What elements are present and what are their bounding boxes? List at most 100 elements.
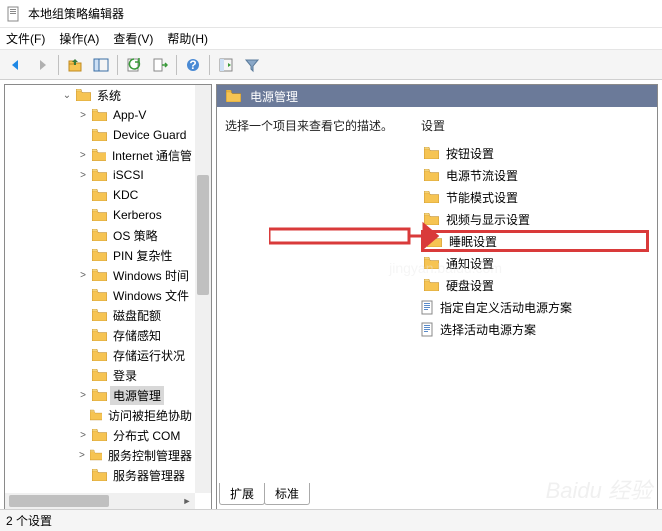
expand-icon[interactable]: > bbox=[77, 270, 89, 281]
menu-view[interactable]: 查看(V) bbox=[113, 30, 153, 47]
tree-label: iSCSI bbox=[110, 167, 147, 183]
tree-node[interactable]: >Internet 通信管 bbox=[5, 145, 195, 165]
folder-icon bbox=[92, 109, 107, 121]
show-hide-tree-button[interactable] bbox=[89, 53, 113, 77]
setting-item[interactable]: 选择活动电源方案 bbox=[421, 318, 649, 340]
scrollbar-thumb[interactable] bbox=[9, 495, 109, 507]
tree-label: Windows 文件 bbox=[110, 286, 192, 305]
tree-node[interactable]: >存储运行状况 bbox=[5, 345, 195, 365]
tree-node[interactable]: >存储感知 bbox=[5, 325, 195, 345]
tree-node[interactable]: > 电源管理 bbox=[5, 385, 195, 405]
tree-node[interactable]: >磁盘配额 bbox=[5, 305, 195, 325]
setting-item[interactable]: 睡眠设置 bbox=[421, 230, 649, 252]
tree-label: 存储感知 bbox=[110, 326, 164, 345]
export-button[interactable] bbox=[148, 53, 172, 77]
tree-node[interactable]: > 服务控制管理器 bbox=[5, 445, 195, 465]
folder-icon bbox=[226, 90, 241, 102]
setting-item[interactable]: 指定自定义活动电源方案 bbox=[421, 296, 649, 318]
properties-button[interactable] bbox=[214, 53, 238, 77]
tree-node[interactable]: > iSCSI bbox=[5, 165, 195, 185]
folder-icon bbox=[424, 147, 439, 159]
setting-label: 按钮设置 bbox=[446, 145, 494, 162]
setting-item[interactable]: 通知设置 bbox=[421, 252, 649, 274]
setting-item[interactable]: 节能模式设置 bbox=[421, 186, 649, 208]
expand-icon[interactable]: > bbox=[77, 170, 89, 181]
status-text: 2 个设置 bbox=[6, 512, 52, 529]
tree-node[interactable]: >登录 bbox=[5, 365, 195, 385]
tree-label: 服务控制管理器 bbox=[105, 446, 195, 465]
tree-label: 电源管理 bbox=[110, 386, 164, 405]
horizontal-scrollbar[interactable]: ◄► bbox=[5, 493, 195, 509]
tree-node[interactable]: >Windows 文件 bbox=[5, 285, 195, 305]
folder-icon bbox=[92, 209, 107, 221]
setting-label: 节能模式设置 bbox=[446, 189, 518, 206]
tree-node[interactable]: >Kerberos bbox=[5, 205, 195, 225]
menu-action[interactable]: 操作(A) bbox=[59, 30, 99, 47]
refresh-button[interactable] bbox=[122, 53, 146, 77]
details-pane: 电源管理 选择一个项目来查看它的描述。 设置 按钮设置电源节流设置节能模式设置视… bbox=[216, 84, 658, 510]
tree-node[interactable]: >服务器管理器 bbox=[5, 465, 195, 485]
tab-standard[interactable]: 标准 bbox=[264, 483, 310, 505]
tree-label: 磁盘配额 bbox=[110, 306, 164, 325]
window-title: 本地组策略编辑器 bbox=[28, 5, 124, 22]
tree-label: KDC bbox=[110, 187, 141, 203]
tree-node[interactable]: >Device Guard bbox=[5, 125, 195, 145]
main-area: ⌄系统>App-V>Device Guard>Internet 通信管>iSCS… bbox=[0, 80, 662, 510]
folder-icon bbox=[92, 429, 107, 441]
help-button[interactable]: ? bbox=[181, 53, 205, 77]
folder-icon bbox=[92, 389, 107, 401]
menu-help[interactable]: 帮助(H) bbox=[167, 30, 208, 47]
folder-icon bbox=[92, 249, 107, 261]
tree-node[interactable]: >分布式 COM bbox=[5, 425, 195, 445]
policy-icon bbox=[421, 300, 436, 315]
tree-label: 系统 bbox=[94, 86, 124, 105]
forward-button[interactable] bbox=[30, 53, 54, 77]
svg-text:?: ? bbox=[189, 58, 196, 72]
collapse-icon[interactable]: ⌄ bbox=[61, 90, 73, 101]
setting-item[interactable]: 电源节流设置 bbox=[421, 164, 649, 186]
folder-icon bbox=[92, 349, 107, 361]
tree-node[interactable]: >访问被拒绝协助 bbox=[5, 405, 195, 425]
expand-icon[interactable]: > bbox=[77, 450, 87, 461]
tree-label: Kerberos bbox=[110, 207, 165, 223]
tree-label: Device Guard bbox=[110, 127, 189, 143]
tree-node[interactable]: > Windows 时间 bbox=[5, 265, 195, 285]
filter-button[interactable] bbox=[240, 53, 264, 77]
tree-node[interactable]: >KDC bbox=[5, 185, 195, 205]
tree-label: 存储运行状况 bbox=[110, 346, 188, 365]
settings-column-header: 设置 bbox=[421, 117, 649, 134]
back-button[interactable] bbox=[4, 53, 28, 77]
vertical-scrollbar[interactable] bbox=[195, 85, 211, 493]
setting-item[interactable]: 按钮设置 bbox=[421, 142, 649, 164]
tree-node[interactable]: >App-V bbox=[5, 105, 195, 125]
setting-item[interactable]: 硬盘设置 bbox=[421, 274, 649, 296]
tree-node[interactable]: >PIN 复杂性 bbox=[5, 245, 195, 265]
up-button[interactable] bbox=[63, 53, 87, 77]
tab-extended[interactable]: 扩展 bbox=[219, 483, 265, 505]
tree-label: 服务器管理器 bbox=[110, 466, 188, 485]
folder-icon bbox=[424, 191, 439, 203]
expand-icon[interactable]: > bbox=[77, 150, 89, 161]
separator bbox=[117, 55, 118, 75]
folder-icon bbox=[424, 279, 439, 291]
menubar: 文件(F) 操作(A) 查看(V) 帮助(H) bbox=[0, 28, 662, 50]
folder-icon bbox=[90, 449, 102, 461]
expand-icon[interactable]: > bbox=[77, 390, 89, 401]
expand-icon[interactable]: > bbox=[77, 430, 89, 441]
tree-label: OS 策略 bbox=[110, 226, 161, 245]
setting-label: 睡眠设置 bbox=[449, 233, 497, 250]
folder-icon bbox=[92, 309, 107, 321]
tree-node-system[interactable]: ⌄ 系统 bbox=[5, 85, 195, 105]
scrollbar-thumb[interactable] bbox=[197, 175, 209, 295]
tree-node[interactable]: >OS 策略 bbox=[5, 225, 195, 245]
folder-icon bbox=[424, 213, 439, 225]
folder-icon bbox=[424, 169, 439, 181]
tree-label: Windows 时间 bbox=[110, 266, 192, 285]
description-text: 选择一个项目来查看它的描述。 bbox=[225, 117, 421, 134]
expand-icon[interactable]: > bbox=[77, 110, 89, 121]
folder-icon bbox=[427, 235, 442, 247]
details-header: 电源管理 bbox=[217, 85, 657, 107]
menu-file[interactable]: 文件(F) bbox=[6, 30, 45, 47]
setting-item[interactable]: 视频与显示设置 bbox=[421, 208, 649, 230]
folder-icon bbox=[76, 89, 91, 101]
